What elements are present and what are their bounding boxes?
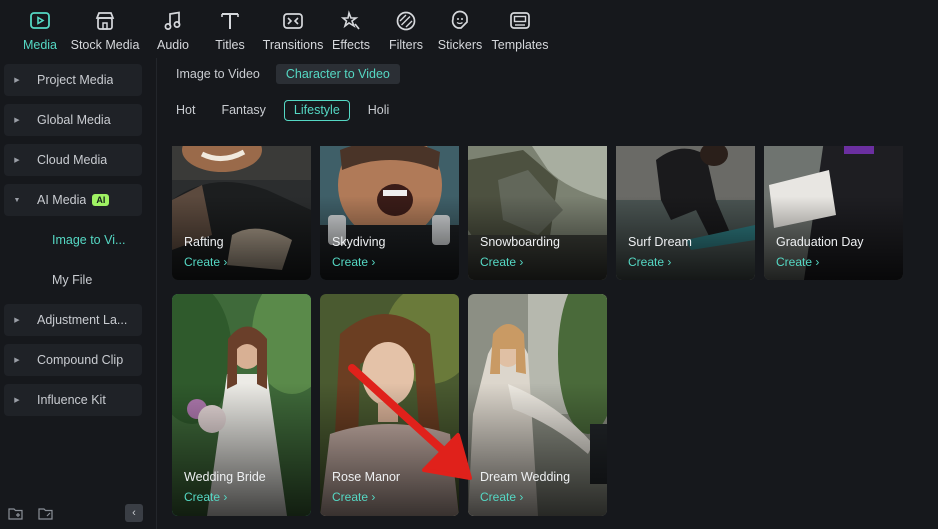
folder-icon[interactable]	[38, 507, 54, 521]
sidebar-item-label: Image to Vi...	[52, 233, 126, 247]
create-link[interactable]: Create ›	[184, 490, 227, 504]
caret-right-icon: ▶	[14, 397, 20, 404]
sidebar-item-label: Project Media	[37, 73, 114, 87]
sidebar-item-project-media[interactable]: ▶ Project Media	[4, 64, 142, 96]
app-window: Media Stock Media Audio Titles Transitio…	[0, 0, 938, 529]
toolbar-templates[interactable]: Templates	[491, 0, 549, 58]
card-title: Rose Manor	[332, 470, 401, 484]
toolbar-stock-media[interactable]: Stock Media	[70, 0, 140, 58]
toolbar-filters-label: Filters	[388, 38, 424, 52]
sidebar-item-my-file[interactable]: My File	[4, 264, 142, 296]
sidebar-item-label: AI Media	[37, 193, 87, 207]
audio-icon	[162, 10, 184, 32]
template-card-skydiving[interactable]: Skydiving Create ›	[320, 146, 459, 280]
sidebar-item-image-to-video[interactable]: Image to Vi...	[4, 224, 142, 256]
template-card-wedding-bride[interactable]: Wedding Bride Create ›	[172, 294, 311, 516]
sidebar-item-label: Adjustment La...	[37, 313, 128, 327]
chevron-left-icon: ‹	[132, 507, 136, 519]
toolbar-stock-media-label: Stock Media	[70, 38, 140, 52]
toolbar-audio[interactable]: Audio	[156, 0, 190, 58]
sidebar-item-label: Compound Clip	[37, 353, 124, 367]
stock-media-icon	[94, 10, 116, 32]
card-title: Skydiving	[332, 235, 386, 249]
template-card-snowboarding[interactable]: Snowboarding Create ›	[468, 146, 607, 280]
category-holi[interactable]: Holi	[358, 100, 400, 121]
sidebar-item-cloud-media[interactable]: ▶ Cloud Media	[4, 144, 142, 176]
stickers-icon	[449, 10, 471, 32]
toolbar-media-label: Media	[22, 38, 58, 52]
filters-icon	[395, 10, 417, 32]
category-hot[interactable]: Hot	[166, 100, 205, 121]
toolbar-media[interactable]: Media	[18, 0, 62, 58]
toolbar-transitions[interactable]: Transitions	[262, 0, 324, 58]
panel-divider	[156, 58, 157, 529]
create-link[interactable]: Create ›	[184, 255, 227, 269]
template-card-surf-dream[interactable]: Surf Dream Create ›	[616, 146, 755, 280]
caret-right-icon: ▶	[14, 357, 20, 364]
sidebar-item-influence-kit[interactable]: ▶ Influence Kit	[4, 384, 142, 416]
category-fantasy[interactable]: Fantasy	[211, 100, 275, 121]
top-toolbar: Media Stock Media Audio Titles Transitio…	[0, 0, 938, 58]
sidebar-item-compound-clip[interactable]: ▶ Compound Clip	[4, 344, 142, 376]
category-chips: Hot Fantasy Lifestyle Holi	[166, 100, 401, 121]
caret-right-icon: ▶	[14, 157, 20, 164]
media-icon	[29, 10, 51, 32]
toolbar-titles[interactable]: Titles	[213, 0, 247, 58]
collapse-sidebar-button[interactable]: ‹	[125, 504, 143, 522]
sidebar-item-label: Influence Kit	[37, 393, 106, 407]
titles-icon	[219, 10, 241, 32]
template-card-dream-wedding[interactable]: Dream Wedding Create ›	[468, 294, 607, 516]
toolbar-stickers-label: Stickers	[437, 38, 483, 52]
toolbar-titles-label: Titles	[215, 38, 245, 52]
sidebar-item-label: My File	[52, 273, 93, 287]
ai-badge: AI	[92, 194, 110, 206]
template-card-graduation-day[interactable]: Graduation Day Create ›	[764, 146, 903, 280]
toolbar-stickers[interactable]: Stickers	[438, 0, 482, 58]
create-link[interactable]: Create ›	[776, 255, 819, 269]
toolbar-effects-label: Effects	[332, 38, 370, 52]
caret-right-icon: ▶	[14, 117, 20, 124]
tab-character-to-video[interactable]: Character to Video	[275, 64, 400, 84]
sidebar-item-adjustment-layer[interactable]: ▶ Adjustment La...	[4, 304, 142, 336]
category-lifestyle[interactable]: Lifestyle	[283, 100, 350, 121]
media-sidebar: ▶ Project Media ▶ Global Media ▶ Cloud M…	[0, 62, 150, 529]
create-link[interactable]: Create ›	[480, 255, 523, 269]
caret-down-icon: ▼	[13, 196, 21, 204]
card-title: Wedding Bride	[184, 470, 266, 484]
effects-icon	[340, 10, 362, 32]
create-link[interactable]: Create ›	[332, 255, 375, 269]
toolbar-transitions-label: Transitions	[262, 38, 324, 52]
create-link[interactable]: Create ›	[480, 490, 523, 504]
sidebar-item-label: Global Media	[37, 113, 111, 127]
mode-tabs: Image to Video Character to Video	[168, 64, 408, 84]
sidebar-item-global-media[interactable]: ▶ Global Media	[4, 104, 142, 136]
templates-icon	[509, 10, 531, 32]
template-grid: Rafting Create › Skydiving Create › Snow…	[172, 146, 912, 529]
card-title: Graduation Day	[776, 235, 864, 249]
sidebar-item-ai-media[interactable]: ▼ AI Media AI	[4, 184, 142, 216]
template-card-rose-manor[interactable]: Rose Manor Create ›	[320, 294, 459, 516]
sidebar-item-label: Cloud Media	[37, 153, 108, 167]
caret-right-icon: ▶	[14, 77, 20, 84]
card-title: Rafting	[184, 235, 224, 249]
toolbar-templates-label: Templates	[491, 38, 549, 52]
transitions-icon	[282, 10, 304, 32]
create-link[interactable]: Create ›	[332, 490, 375, 504]
tab-image-to-video[interactable]: Image to Video	[168, 64, 268, 84]
new-folder-icon[interactable]	[8, 507, 24, 521]
sidebar-footer: ‹	[0, 499, 150, 529]
toolbar-effects[interactable]: Effects	[332, 0, 370, 58]
caret-right-icon: ▶	[14, 317, 20, 324]
toolbar-filters[interactable]: Filters	[388, 0, 424, 58]
card-title: Snowboarding	[480, 235, 560, 249]
card-title: Surf Dream	[628, 235, 692, 249]
template-card-rafting[interactable]: Rafting Create ›	[172, 146, 311, 280]
create-link[interactable]: Create ›	[628, 255, 671, 269]
card-title: Dream Wedding	[480, 470, 571, 484]
toolbar-audio-label: Audio	[157, 38, 189, 52]
